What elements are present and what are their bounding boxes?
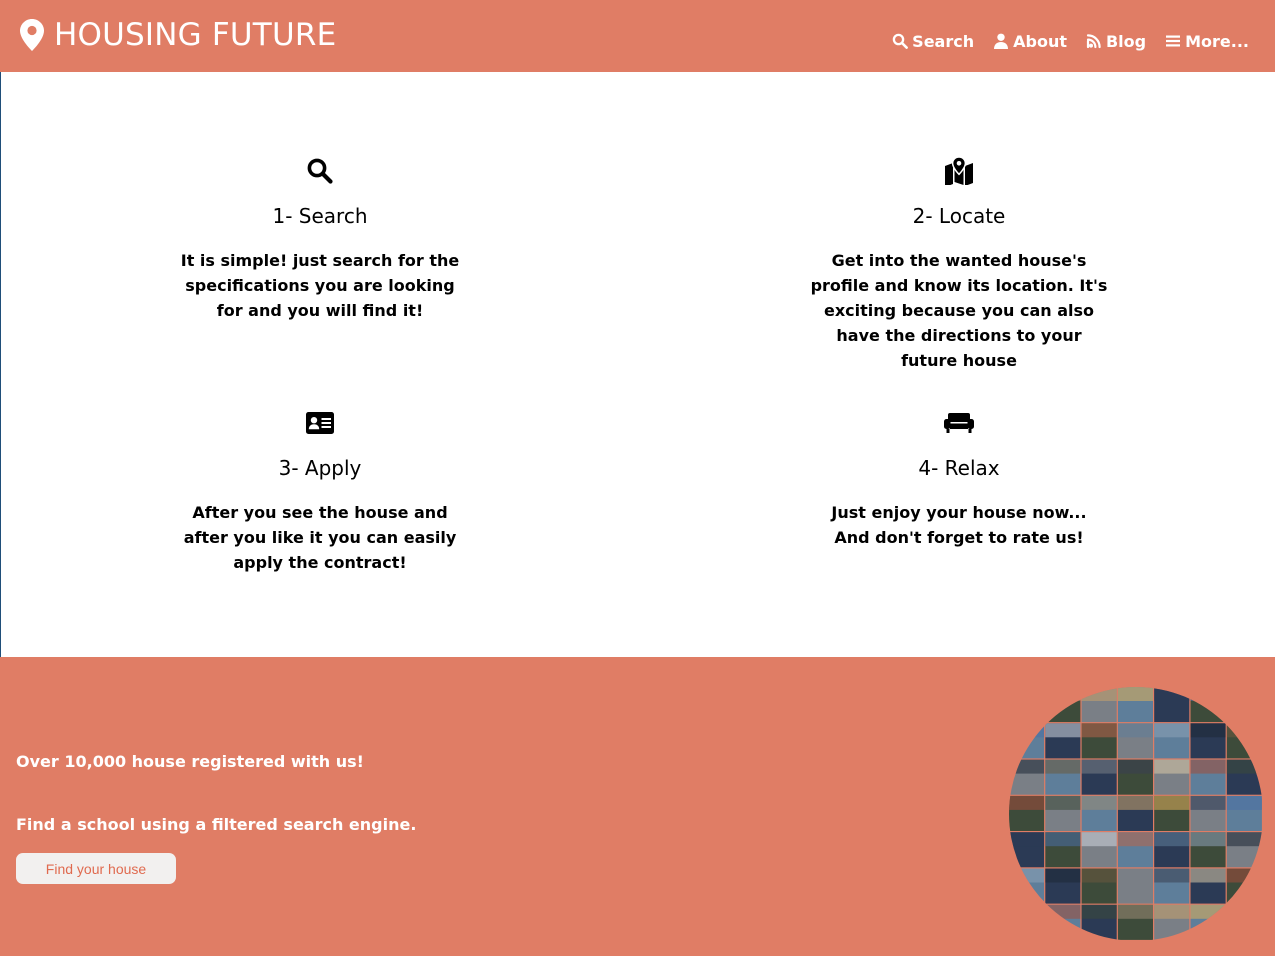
collage-image [1009, 687, 1262, 940]
step-title: 1- Search [272, 204, 368, 228]
registered-count-text: Over 10,000 house registered with us! [16, 752, 364, 771]
map-icon [945, 157, 973, 185]
couch-icon [944, 413, 974, 433]
step-title: 3- Apply [278, 456, 362, 480]
nav-blog-label: Blog [1105, 31, 1147, 51]
step-apply: 3- Apply After you see the house and aft… [170, 408, 470, 575]
search-icon [892, 33, 909, 49]
nav-search[interactable]: Search [892, 32, 974, 51]
menu-icon [1166, 35, 1181, 47]
nav-about-label: About [1013, 31, 1067, 51]
school-search-text: Find a school using a filtered search en… [16, 815, 417, 834]
footer-hero: Over 10,000 house registered with us! Fi… [0, 657, 1275, 956]
step-locate: 2- Locate Get into the wanted house's pr… [809, 156, 1109, 373]
blog-icon [1086, 34, 1101, 49]
find-house-button[interactable]: Find your house [16, 853, 176, 884]
step-title: 4- Relax [918, 456, 1000, 480]
nav-more-label: More... [1185, 31, 1249, 51]
step-description: After you see the house and after you li… [183, 503, 457, 572]
map-marker-icon [20, 19, 44, 51]
nav-blog[interactable]: Blog [1086, 32, 1146, 51]
search-icon [307, 158, 333, 184]
step-search: 1- Search It is simple! just search for … [170, 156, 470, 323]
navbar: HOUSING FUTURE Search About Blog More... [0, 0, 1275, 72]
nav-about[interactable]: About [993, 32, 1067, 51]
step-description-line: Just enjoy your house now... [831, 503, 1087, 522]
brand-link[interactable]: HOUSING FUTURE [20, 15, 336, 55]
step-title: 2- Locate [912, 204, 1006, 228]
step-description: It is simple! just search for the specif… [180, 251, 460, 320]
brand-name: HOUSING FUTURE [54, 17, 337, 53]
step-description: Get into the wanted house's profile and … [810, 251, 1108, 370]
user-icon [994, 33, 1009, 49]
step-description: Just enjoy your house now... And don't f… [809, 500, 1109, 550]
step-description-line: And don't forget to rate us! [834, 528, 1084, 547]
city-photo-collage [1009, 687, 1263, 941]
step-relax: 4- Relax Just enjoy your house now... An… [809, 408, 1109, 550]
nav-links: Search About Blog More... [873, 28, 1249, 54]
nav-search-label: Search [912, 31, 975, 51]
nav-more[interactable]: More... [1165, 32, 1249, 51]
id-card-icon [306, 412, 334, 434]
